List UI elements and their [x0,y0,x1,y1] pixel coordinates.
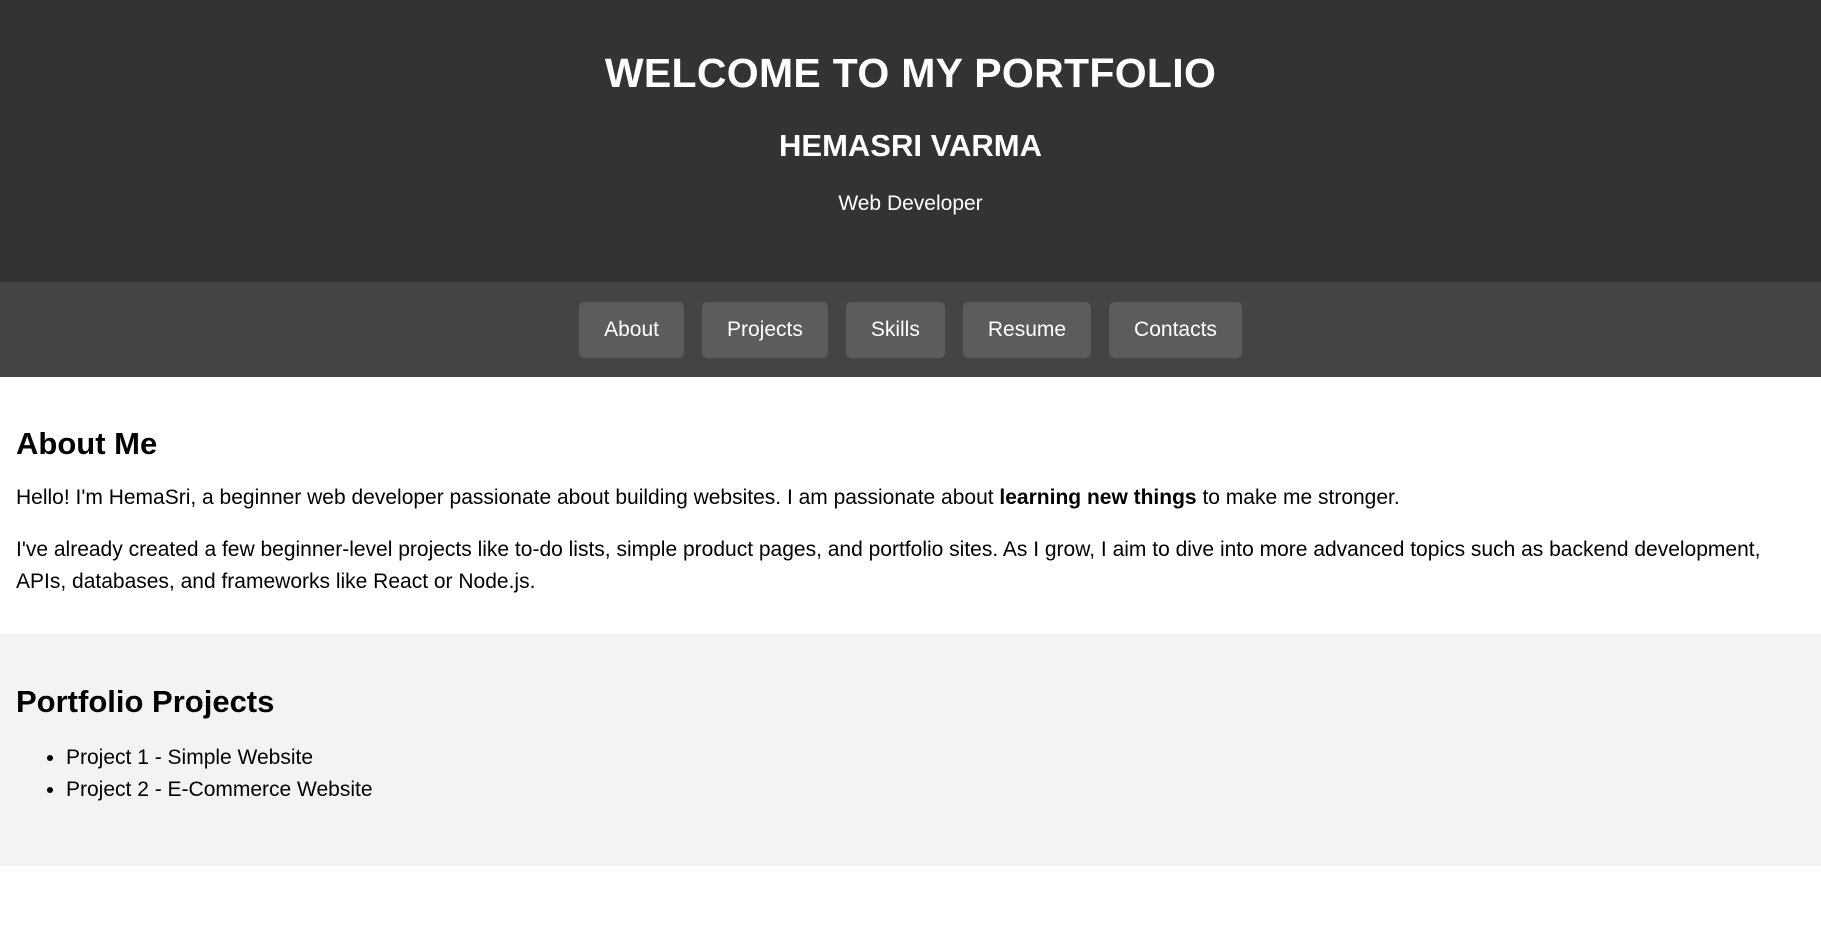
main-nav: About Projects Skills Resume Contacts [0,282,1821,377]
list-item: Project 1 - Simple Website [66,742,1805,774]
about-intro-text-end: to make me stronger. [1196,486,1400,509]
nav-resume-button[interactable]: Resume [962,301,1092,358]
list-item: Project 2 - E-Commerce Website [66,774,1805,806]
about-paragraph-goals: I've already created a few beginner-leve… [16,538,1761,593]
projects-heading: Portfolio Projects [16,684,275,719]
site-header: WELCOME TO MY PORTFOLIO HEMASRI VARMA We… [0,0,1821,282]
projects-list: Project 1 - Simple Website Project 2 - E… [16,742,1805,806]
owner-name: HEMASRI VARMA [779,128,1042,163]
nav-projects-button[interactable]: Projects [701,301,828,358]
projects-section: Portfolio Projects Project 1 - Simple We… [0,634,1821,866]
page-title: WELCOME TO MY PORTFOLIO [604,50,1217,96]
about-paragraph-intro: Hello! I'm HemaSri, a beginner web devel… [16,482,1776,514]
nav-contacts-button[interactable]: Contacts [1109,301,1242,358]
owner-role: Web Developer [838,192,983,215]
about-section: About Me Hello! I'm HemaSri, a beginner … [0,377,1821,634]
about-intro-text: Hello! I'm HemaSri, a beginner web devel… [16,486,1000,509]
about-heading: About Me [16,426,158,461]
nav-skills-button[interactable]: Skills [845,301,945,358]
about-intro-emphasis: learning new things [999,486,1197,509]
nav-about-button[interactable]: About [579,301,684,358]
